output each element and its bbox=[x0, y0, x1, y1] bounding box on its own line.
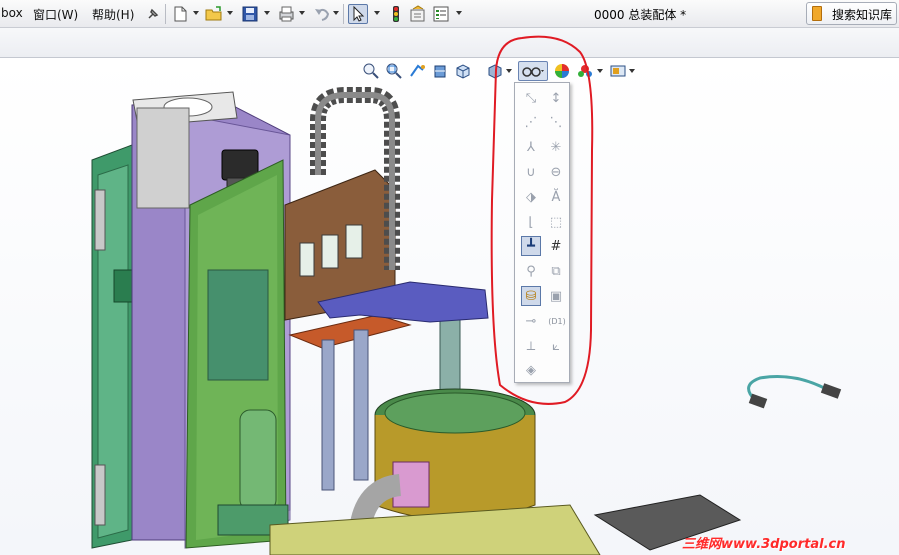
display-style-dropdown-arrow[interactable] bbox=[506, 69, 512, 73]
hide-show-items-button[interactable] bbox=[518, 61, 548, 81]
display-style-icon[interactable] bbox=[486, 62, 504, 80]
apply-scene-icon[interactable] bbox=[576, 62, 594, 80]
menu-help[interactable]: 帮助(H) bbox=[92, 6, 134, 23]
file-properties-icon[interactable] bbox=[408, 4, 428, 24]
3d-sketch-planes-icon[interactable]: ⌊ bbox=[522, 213, 540, 231]
annotations-icon[interactable]: Ă bbox=[547, 188, 565, 206]
sketch-icon[interactable]: ⬗ bbox=[522, 188, 540, 206]
view-all-types-icon[interactable]: ◈ bbox=[522, 361, 540, 379]
decals-icon[interactable]: ⧉ bbox=[547, 262, 565, 280]
print-icon[interactable] bbox=[276, 4, 296, 24]
rebuild-traffic-light-icon[interactable] bbox=[386, 4, 406, 24]
axes-dim-icon[interactable]: ↕ bbox=[547, 89, 565, 107]
book-icon bbox=[812, 6, 822, 21]
command-manager-strip bbox=[0, 28, 899, 58]
primary-planes-icon[interactable]: ▣ bbox=[547, 287, 565, 305]
open-dropdown-arrow[interactable] bbox=[227, 11, 233, 15]
toolbar-separator bbox=[343, 4, 344, 24]
hinge-top bbox=[94, 189, 106, 251]
lights-icon[interactable]: # bbox=[547, 237, 565, 255]
hinge-bottom bbox=[94, 464, 106, 526]
zoom-area-icon[interactable] bbox=[385, 62, 403, 80]
routing-points-icon[interactable]: ⛁ bbox=[521, 286, 541, 306]
grid-icon[interactable]: ⬚ bbox=[547, 213, 565, 231]
hide-show-items-flyout: ⤡ ↕ ⋰ ⋱ ⅄ ✳ ∪ ⊖ ⬗ Ă ⌊ ⬚ ┻ # ⚲ ⧉ ⛁ ▣ ⊸ (D… bbox=[514, 82, 570, 383]
lift-plate bbox=[288, 314, 412, 349]
section-view-icon[interactable] bbox=[431, 62, 449, 80]
save-icon[interactable] bbox=[240, 4, 260, 24]
undo-icon[interactable] bbox=[312, 4, 332, 24]
select-arrow-icon[interactable] bbox=[348, 4, 368, 24]
view-orientation-icon[interactable] bbox=[454, 62, 472, 80]
zoom-to-fit-icon[interactable] bbox=[362, 62, 380, 80]
pin-icon[interactable] bbox=[143, 4, 163, 24]
planes-icon[interactable]: ⋱ bbox=[547, 113, 565, 131]
menu-window[interactable]: 窗口(W) bbox=[33, 6, 78, 23]
toolbar-separator bbox=[165, 4, 166, 24]
curves-icon[interactable]: ∪ bbox=[522, 163, 540, 181]
view-dimensions-icon[interactable]: ⟀ bbox=[547, 337, 565, 355]
edit-appearance-icon[interactable] bbox=[553, 62, 571, 80]
site-watermark: 三维网www.3dportal.cn bbox=[682, 537, 846, 552]
document-title: 0000 总装配体 * bbox=[594, 8, 687, 22]
graphics-area[interactable] bbox=[0, 59, 899, 555]
menu-toolbar-bar: box 窗口(W) 帮助(H) 0000 总装配体 * 搜索知识库 bbox=[0, 0, 899, 28]
new-document-icon[interactable] bbox=[170, 4, 190, 24]
parting-lines-icon[interactable]: ⊖ bbox=[547, 163, 565, 181]
cylinder bbox=[239, 409, 277, 511]
previous-view-icon[interactable] bbox=[408, 62, 426, 80]
sensor-cable bbox=[747, 375, 829, 402]
search-knowledge-base-label: 搜索知识库 bbox=[832, 8, 893, 22]
view-settings-dropdown-arrow[interactable] bbox=[629, 69, 635, 73]
select-dropdown-arrow[interactable] bbox=[374, 11, 380, 15]
all-annotations-icon[interactable]: ⟂ bbox=[522, 337, 540, 355]
print-dropdown-arrow[interactable] bbox=[299, 11, 305, 15]
temporary-axes-icon[interactable]: ⋰ bbox=[522, 113, 540, 131]
dimension-names-label: (D1) bbox=[548, 316, 566, 326]
origins-icon[interactable]: ⅄ bbox=[522, 138, 540, 156]
save-dropdown-arrow[interactable] bbox=[264, 11, 270, 15]
options-dropdown-arrow[interactable] bbox=[456, 11, 462, 15]
axes-icon[interactable]: ⤡ bbox=[522, 89, 540, 107]
new-dropdown-arrow[interactable] bbox=[193, 11, 199, 15]
view-settings-icon[interactable] bbox=[609, 62, 627, 80]
menu-toolbox[interactable]: box bbox=[1, 6, 23, 20]
assembly-model bbox=[91, 87, 842, 555]
cameras-icon[interactable]: ⚲ bbox=[522, 262, 540, 280]
open-folder-icon[interactable] bbox=[204, 4, 224, 24]
apply-scene-dropdown-arrow[interactable] bbox=[597, 69, 603, 73]
dimension-names-icon[interactable]: (D1) bbox=[545, 312, 569, 330]
linear-guide bbox=[321, 339, 335, 491]
cabinet-label-plate bbox=[113, 269, 135, 303]
terminal-block bbox=[207, 269, 269, 381]
ref-geometry-icon[interactable]: ⊸ bbox=[522, 312, 540, 330]
points-icon[interactable]: ✳ bbox=[547, 138, 565, 156]
search-knowledge-base-button[interactable]: 搜索知识库 bbox=[806, 2, 897, 25]
options-list-icon[interactable] bbox=[431, 4, 451, 24]
sketch-relations-icon[interactable]: ┻ bbox=[521, 236, 541, 256]
undo-dropdown-arrow[interactable] bbox=[333, 11, 339, 15]
